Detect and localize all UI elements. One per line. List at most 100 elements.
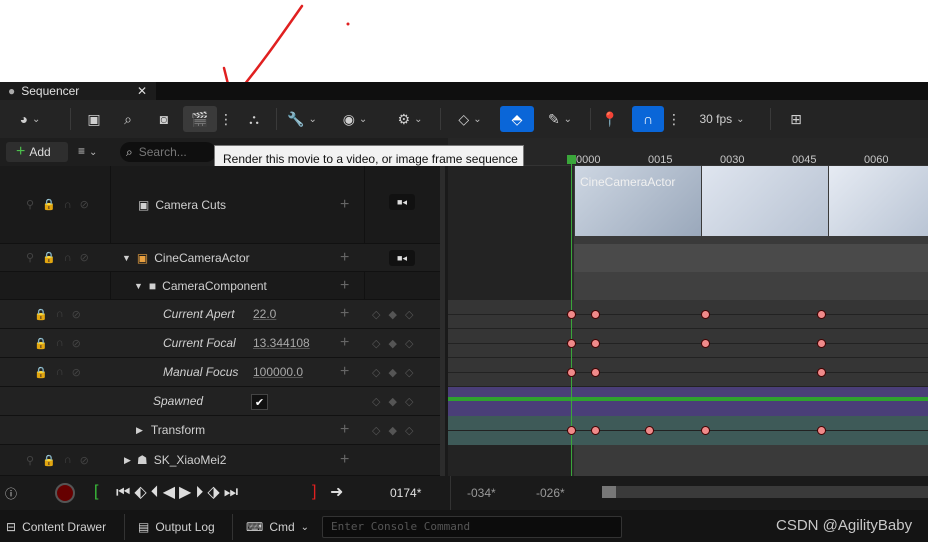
prev-key-icon[interactable]: ⬖ [134, 484, 150, 501]
render-movie-button[interactable]: 🎬 [183, 106, 217, 132]
add-key-icon[interactable]: ◆ [388, 308, 396, 321]
play-icon[interactable]: ▶ [179, 484, 195, 501]
next-key-icon[interactable]: ◇ [405, 395, 413, 408]
end-frame-field[interactable]: -026* [536, 486, 565, 500]
expand-icon[interactable]: ▶ [136, 425, 143, 436]
auto-key-button[interactable]: ⬘ [500, 106, 534, 132]
track-row-spawned[interactable]: Spawned ✔ ◇ ◆ ◇ [0, 387, 440, 416]
keyframe[interactable] [701, 426, 710, 435]
keyframe[interactable] [567, 310, 576, 319]
mute-icon[interactable]: ⊘ [72, 337, 81, 350]
find-asset-button[interactable]: ⌕ [116, 106, 140, 132]
add-key-icon[interactable]: ◆ [388, 366, 396, 379]
record-button[interactable] [55, 483, 75, 503]
actions-button[interactable]: ⛬ [242, 106, 266, 132]
world-button[interactable]: ◕ ⌄ [10, 106, 50, 132]
track-row-camera-component[interactable]: ▼ ■ CameraComponent + [0, 272, 440, 300]
keyframe[interactable] [701, 310, 710, 319]
step-back-icon[interactable]: ⏴ [151, 484, 163, 501]
track-row-camera-cuts[interactable]: ⚲ 🔒 ∩ ⊘ ▣ Camera Cuts + ■◂ [0, 166, 440, 244]
component-section[interactable] [574, 272, 928, 300]
content-drawer-button[interactable]: ⊟ Content Drawer [6, 514, 106, 540]
mute-icon[interactable]: ⊘ [72, 366, 81, 379]
track-row-cine-camera[interactable]: ⚲ 🔒 ∩ ⊘ ▼ ▣ CineCameraActor + ■◂ [0, 244, 440, 272]
property-value[interactable]: 100000.0 [253, 358, 303, 386]
keyframe[interactable] [591, 310, 600, 319]
solo-icon[interactable]: ∩ [64, 252, 72, 264]
add-button[interactable]: + [340, 445, 349, 475]
add-button[interactable]: + [340, 300, 349, 328]
camera-lock-icon[interactable]: ■◂ [389, 250, 415, 266]
prev-key-icon[interactable]: ◇ [372, 366, 380, 379]
key-interpolation-button[interactable]: ◇ ⌄ [450, 106, 490, 132]
next-key-icon[interactable]: ◇ [405, 308, 413, 321]
mute-icon[interactable]: ⊘ [72, 308, 81, 321]
keyframe[interactable] [591, 368, 600, 377]
camera-actor-button[interactable]: ◙ [152, 106, 176, 132]
keyframe[interactable] [701, 339, 710, 348]
loop-icon[interactable]: ➜ [330, 482, 343, 502]
pin-icon[interactable]: ⚲ [26, 454, 34, 467]
add-button[interactable]: + [340, 244, 349, 271]
spawned-bool-lane[interactable] [448, 387, 928, 416]
step-forward-icon[interactable]: ⏵ [195, 484, 207, 501]
pin-icon[interactable]: ⚲ [26, 251, 34, 264]
next-key-icon[interactable]: ◇ [405, 424, 413, 437]
mute-icon[interactable]: ⊘ [80, 454, 89, 467]
outliner-scrollbar[interactable] [440, 166, 445, 476]
snapping-options-button[interactable]: ⋮ [667, 106, 681, 132]
track-row-sk-xiaomei2[interactable]: ⚲ 🔒 ∩ ⊘ ▶ ☗ SK_XiaoMei2 + [0, 445, 440, 476]
lock-icon[interactable]: 🔒 [34, 337, 48, 350]
track-row-manual-focus[interactable]: 🔒 ∩ ⊘ Manual Focus 100000.0 + ◇ ◆ ◇ [0, 358, 440, 387]
play-reverse-icon[interactable]: ◀ [163, 484, 179, 501]
keyframe[interactable] [567, 368, 576, 377]
spawned-checkbox[interactable]: ✔ [251, 394, 268, 410]
playhead-handle[interactable] [567, 155, 576, 164]
set-end-icon[interactable]: ] [312, 483, 316, 501]
prev-key-icon[interactable]: ◇ [372, 308, 380, 321]
mute-icon[interactable]: ⊘ [80, 251, 89, 264]
property-value[interactable]: 13.344108 [253, 329, 310, 357]
start-frame-field[interactable]: -034* [467, 486, 496, 500]
solo-icon[interactable]: ∩ [64, 454, 72, 466]
keyframe[interactable] [567, 339, 576, 348]
view-options-button[interactable]: ◉ ⌄ [336, 106, 374, 132]
lock-icon[interactable]: 🔒 [34, 308, 48, 321]
keyframe[interactable] [591, 426, 600, 435]
cmd-dropdown[interactable]: ⌨ Cmd ⌄ [246, 514, 309, 540]
keyframe[interactable] [817, 310, 826, 319]
keyframe[interactable] [645, 426, 654, 435]
prev-key-icon[interactable]: ◇ [372, 424, 380, 437]
next-key-icon[interactable]: ◇ [405, 337, 413, 350]
set-start-icon[interactable]: [ [94, 483, 98, 501]
save-button[interactable]: ▣ [84, 106, 104, 132]
current-frame-field[interactable]: 0174* [390, 486, 421, 500]
marker-button[interactable]: 📍 [600, 106, 620, 132]
add-key-icon[interactable]: ◆ [388, 395, 396, 408]
tab-sequencer[interactable]: ● Sequencer ✕ [0, 82, 156, 100]
add-key-icon[interactable]: ◆ [388, 337, 396, 350]
keyframe[interactable] [567, 426, 576, 435]
add-button[interactable]: + [340, 272, 349, 299]
mesh-section[interactable] [574, 445, 928, 476]
add-button[interactable]: + [340, 416, 349, 444]
jump-to-end-icon[interactable]: ⏭ [224, 484, 242, 501]
expand-icon[interactable]: ▼ [122, 253, 131, 263]
track-row-current-focal[interactable]: 🔒 ∩ ⊘ Current Focal 13.344108 + ◇ ◆ ◇ [0, 329, 440, 358]
add-track-button[interactable]: + Add [6, 142, 68, 162]
output-log-button[interactable]: ▤ Output Log [138, 514, 215, 540]
playback-settings-button[interactable]: ⚙ ⌄ [390, 106, 430, 132]
curve-editor-button[interactable]: ⊞ [784, 106, 808, 132]
camera-cut-section[interactable]: CineCameraActor [574, 166, 928, 244]
settings-button[interactable]: 🔧 ⌄ [284, 106, 320, 132]
add-button[interactable]: + [340, 166, 349, 243]
mute-icon[interactable]: ⊘ [80, 198, 89, 211]
prev-key-icon[interactable]: ◇ [372, 395, 380, 408]
scrollbar-thumb[interactable] [602, 486, 616, 498]
search-input[interactable]: ⌕ Search... [120, 142, 216, 162]
range-scrollbar[interactable] [602, 486, 928, 498]
track-row-current-aperture[interactable]: 🔒 ∩ ⊘ Current Apert 22.0 + ◇ ◆ ◇ [0, 300, 440, 329]
lock-icon[interactable]: 🔒 [42, 198, 56, 211]
timeline-tracks[interactable]: CineCameraActor [448, 166, 928, 476]
solo-icon[interactable]: ∩ [56, 308, 64, 320]
